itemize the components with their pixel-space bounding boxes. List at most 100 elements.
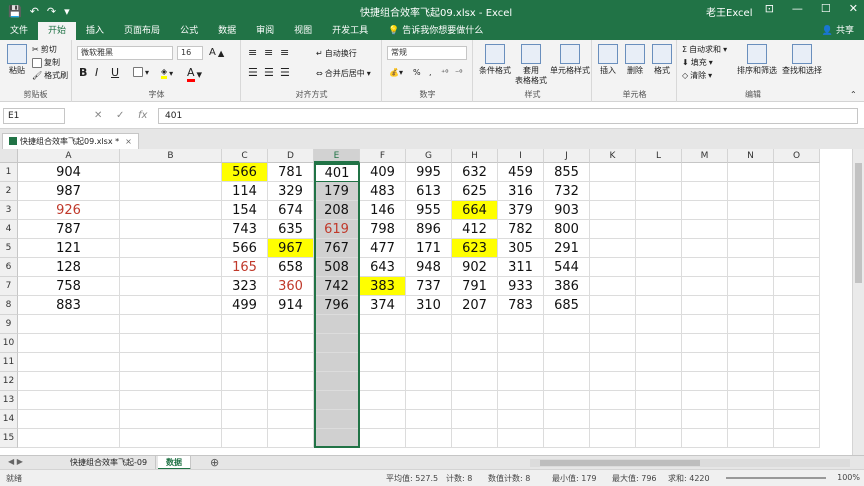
clear-button[interactable]: ◇ 清除 ▾ bbox=[682, 70, 712, 81]
align-bottom-icon[interactable]: ≡ bbox=[280, 46, 289, 59]
increase-decimal-icon[interactable]: ⁺⁰ bbox=[441, 68, 448, 77]
cell-o9[interactable] bbox=[774, 315, 820, 334]
tab-file[interactable]: 文件 bbox=[0, 22, 38, 40]
cell-c12[interactable] bbox=[222, 372, 268, 391]
cell-m14[interactable] bbox=[682, 410, 728, 429]
name-box[interactable]: E1 bbox=[3, 108, 65, 124]
formula-input[interactable]: 401 bbox=[158, 108, 858, 124]
cell-c7[interactable]: 323 bbox=[222, 277, 268, 296]
cell-e8[interactable]: 796 bbox=[314, 296, 360, 315]
cell-a9[interactable] bbox=[18, 315, 120, 334]
cell-b12[interactable] bbox=[120, 372, 222, 391]
cell-e2[interactable]: 179 bbox=[314, 182, 360, 201]
cell-b15[interactable] bbox=[120, 429, 222, 448]
cell-n2[interactable] bbox=[728, 182, 774, 201]
cell-b3[interactable] bbox=[120, 201, 222, 220]
cell-e3[interactable]: 208 bbox=[314, 201, 360, 220]
cell-m3[interactable] bbox=[682, 201, 728, 220]
italic-button[interactable]: I bbox=[95, 66, 98, 79]
cell-f7[interactable]: 383 bbox=[360, 277, 406, 296]
row-header-5[interactable]: 5 bbox=[0, 239, 18, 258]
cell-j14[interactable] bbox=[544, 410, 590, 429]
cell-m8[interactable] bbox=[682, 296, 728, 315]
cell-h6[interactable]: 902 bbox=[452, 258, 498, 277]
cell-o13[interactable] bbox=[774, 391, 820, 410]
font-color-button[interactable]: A ▾ bbox=[187, 66, 202, 82]
cell-k10[interactable] bbox=[590, 334, 636, 353]
worksheet-grid[interactable]: A B C D E F G H I J K L M N O 1 904 566 781 401 409 995 632 459… bbox=[0, 149, 852, 455]
cell-f5[interactable]: 477 bbox=[360, 239, 406, 258]
cell-k13[interactable] bbox=[590, 391, 636, 410]
cell-l1[interactable] bbox=[636, 163, 682, 182]
cell-h15[interactable] bbox=[452, 429, 498, 448]
cell-e5[interactable]: 767 bbox=[314, 239, 360, 258]
cell-j2[interactable]: 732 bbox=[544, 182, 590, 201]
cell-d6[interactable]: 658 bbox=[268, 258, 314, 277]
cell-m6[interactable] bbox=[682, 258, 728, 277]
cell-a2[interactable]: 987 bbox=[18, 182, 120, 201]
row-header-14[interactable]: 14 bbox=[0, 410, 18, 429]
cell-j8[interactable]: 685 bbox=[544, 296, 590, 315]
cell-l5[interactable] bbox=[636, 239, 682, 258]
workbook-close-icon[interactable]: × bbox=[125, 137, 132, 146]
cell-d3[interactable]: 674 bbox=[268, 201, 314, 220]
row-header-9[interactable]: 9 bbox=[0, 315, 18, 334]
cell-a13[interactable] bbox=[18, 391, 120, 410]
cell-m7[interactable] bbox=[682, 277, 728, 296]
column-header-b[interactable]: B bbox=[120, 149, 222, 163]
column-header-k[interactable]: K bbox=[590, 149, 636, 163]
cell-c11[interactable] bbox=[222, 353, 268, 372]
decrease-decimal-icon[interactable]: ⁻⁰ bbox=[455, 68, 462, 77]
cell-e15[interactable] bbox=[314, 429, 360, 448]
cell-c10[interactable] bbox=[222, 334, 268, 353]
cell-h14[interactable] bbox=[452, 410, 498, 429]
cell-n3[interactable] bbox=[728, 201, 774, 220]
fill-button[interactable]: ⬇ 填充 ▾ bbox=[682, 57, 713, 68]
workbook-tab[interactable]: 快捷组合效率飞起09.xlsx * × bbox=[2, 133, 139, 149]
cell-f12[interactable] bbox=[360, 372, 406, 391]
cell-h9[interactable] bbox=[452, 315, 498, 334]
cell-i5[interactable]: 305 bbox=[498, 239, 544, 258]
cell-o3[interactable] bbox=[774, 201, 820, 220]
redo-icon[interactable]: ↷ bbox=[47, 5, 56, 18]
percent-icon[interactable]: % bbox=[413, 68, 421, 77]
merge-center-button[interactable]: ⇔ 合并后居中 ▾ bbox=[316, 68, 371, 79]
horizontal-scroll-thumb[interactable] bbox=[540, 460, 700, 466]
cell-m15[interactable] bbox=[682, 429, 728, 448]
autosum-button[interactable]: Σ 自动求和 ▾ bbox=[682, 44, 727, 55]
cell-j10[interactable] bbox=[544, 334, 590, 353]
row-header-8[interactable]: 8 bbox=[0, 296, 18, 315]
cell-f1[interactable]: 409 bbox=[360, 163, 406, 182]
cell-d1[interactable]: 781 bbox=[268, 163, 314, 182]
row-header-10[interactable]: 10 bbox=[0, 334, 18, 353]
cell-b2[interactable] bbox=[120, 182, 222, 201]
row-header-3[interactable]: 3 bbox=[0, 201, 18, 220]
cell-d11[interactable] bbox=[268, 353, 314, 372]
delete-cells-button[interactable]: 删除 bbox=[622, 44, 648, 76]
cell-j11[interactable] bbox=[544, 353, 590, 372]
cell-e4[interactable]: 619 bbox=[314, 220, 360, 239]
cell-k15[interactable] bbox=[590, 429, 636, 448]
cell-l6[interactable] bbox=[636, 258, 682, 277]
cell-k3[interactable] bbox=[590, 201, 636, 220]
cell-g14[interactable] bbox=[406, 410, 452, 429]
cell-h2[interactable]: 625 bbox=[452, 182, 498, 201]
cell-g6[interactable]: 948 bbox=[406, 258, 452, 277]
cell-c6[interactable]: 165 bbox=[222, 258, 268, 277]
cell-l3[interactable] bbox=[636, 201, 682, 220]
cell-b11[interactable] bbox=[120, 353, 222, 372]
cell-h5[interactable]: 623 bbox=[452, 239, 498, 258]
enter-icon[interactable]: ✓ bbox=[116, 110, 124, 121]
cell-m4[interactable] bbox=[682, 220, 728, 239]
tab-insert[interactable]: 插入 bbox=[76, 22, 114, 40]
cell-b5[interactable] bbox=[120, 239, 222, 258]
cell-g7[interactable]: 737 bbox=[406, 277, 452, 296]
cell-h4[interactable]: 412 bbox=[452, 220, 498, 239]
cell-f2[interactable]: 483 bbox=[360, 182, 406, 201]
cell-c8[interactable]: 499 bbox=[222, 296, 268, 315]
cell-n6[interactable] bbox=[728, 258, 774, 277]
cell-b14[interactable] bbox=[120, 410, 222, 429]
cell-h12[interactable] bbox=[452, 372, 498, 391]
format-as-table-button[interactable]: 套用 表格格式 bbox=[514, 44, 548, 86]
cell-e7[interactable]: 742 bbox=[314, 277, 360, 296]
